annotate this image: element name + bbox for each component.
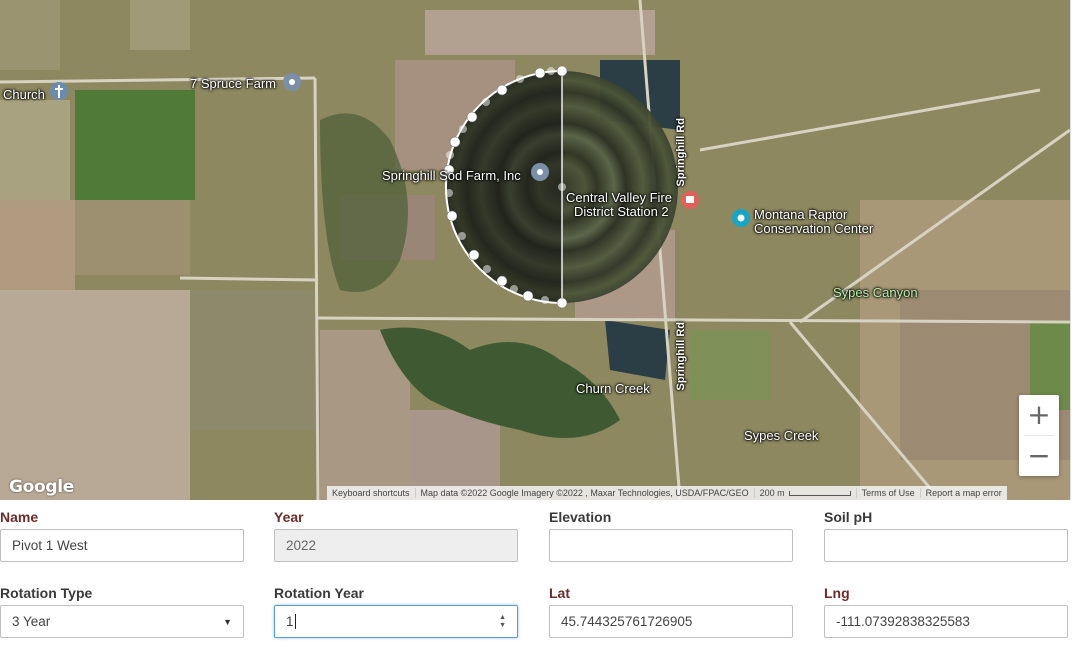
place-label-fire-station-line1[interactable]: Central Valley Fire xyxy=(566,191,672,205)
church-pin xyxy=(50,82,68,100)
name-label: Name xyxy=(0,509,39,525)
scale-text: 200 m xyxy=(759,488,785,498)
report-error-link[interactable]: Report a map error xyxy=(921,488,1007,498)
scale-bar xyxy=(788,491,851,497)
road-label-springhill-upper: Springhill Rd xyxy=(675,118,687,187)
text-cursor xyxy=(294,614,296,629)
rotation-year-value: 1 xyxy=(286,614,294,629)
place-label-fire-station-line2[interactable]: District Station 2 xyxy=(574,205,669,219)
spin-up-icon[interactable]: ▲ xyxy=(499,614,506,622)
spin-down-icon[interactable]: ▼ xyxy=(499,622,506,630)
lat-field: Lat 45.744325761726905 xyxy=(549,585,793,638)
chevron-down-icon: ▼ xyxy=(223,616,232,627)
map-data-text: Map data ©2022 Google Imagery ©2022 , Ma… xyxy=(416,488,755,498)
map-view[interactable]: Church 7 Spruce Farm Springhill Sod Farm… xyxy=(0,0,1070,500)
rotation-year-input[interactable]: 1 ▲ ▼ xyxy=(274,605,518,638)
year-input: 2022 xyxy=(274,529,518,562)
page-scrollbar[interactable] xyxy=(1070,0,1086,500)
rotation-year-field: Rotation Year 1 ▲ ▼ xyxy=(274,585,518,638)
place-label-raptor-line1[interactable]: Montana Raptor xyxy=(754,208,847,222)
elevation-input[interactable] xyxy=(549,529,793,562)
rotation-type-label: Rotation Type xyxy=(0,585,93,601)
soil-ph-field: Soil pH xyxy=(824,509,1068,562)
road-label-springhill-lower: Springhill Rd xyxy=(675,322,687,391)
satellite-imagery xyxy=(0,0,1070,500)
soil-ph-label: Soil pH xyxy=(824,509,873,525)
year-label: Year xyxy=(274,509,304,525)
place-label-church[interactable]: Church xyxy=(3,88,45,102)
year-field: Year 2022 xyxy=(274,509,518,562)
place-label-sod-farm[interactable]: Springhill Sod Farm, Inc xyxy=(382,169,521,183)
number-spinner[interactable]: ▲ ▼ xyxy=(499,614,506,630)
elevation-field: Elevation xyxy=(549,509,793,562)
lng-value: -111.07392838325583 xyxy=(836,614,970,629)
zoom-in-button[interactable]: + xyxy=(1019,395,1059,435)
rotation-type-field: Rotation Type 3 Year ▼ xyxy=(0,585,244,638)
zoom-out-button[interactable]: − xyxy=(1019,436,1059,476)
place-label-churn-creek: Churn Creek xyxy=(576,381,650,396)
field-form: Name Pivot 1 West Year 2022 Elevation So… xyxy=(0,500,1086,645)
lng-field: Lng -111.07392838325583 xyxy=(824,585,1068,638)
lat-input[interactable]: 45.744325761726905 xyxy=(549,605,793,638)
name-input[interactable]: Pivot 1 West xyxy=(0,529,244,562)
scale-control[interactable]: 200 m xyxy=(755,488,857,498)
place-label-raptor-line2[interactable]: Conservation Center xyxy=(754,222,873,236)
year-value: 2022 xyxy=(286,538,317,553)
name-field: Name Pivot 1 West xyxy=(0,509,244,562)
zoom-controls: + − xyxy=(1019,395,1059,476)
lat-value: 45.744325761726905 xyxy=(561,614,693,629)
rotation-type-select[interactable]: 3 Year ▼ xyxy=(0,605,244,638)
lat-label: Lat xyxy=(549,585,570,601)
lng-input[interactable]: -111.07392838325583 xyxy=(824,605,1068,638)
rotation-year-label: Rotation Year xyxy=(274,585,364,601)
elevation-label: Elevation xyxy=(549,509,612,525)
place-label-spruce-farm[interactable]: 7 Spruce Farm xyxy=(190,77,276,91)
keyboard-shortcuts-link[interactable]: Keyboard shortcuts xyxy=(327,488,416,498)
rotation-type-value: 3 Year xyxy=(12,614,51,629)
map-attribution: Keyboard shortcuts Map data ©2022 Google… xyxy=(327,486,1007,500)
place-label-sypes-canyon[interactable]: Sypes Canyon xyxy=(833,286,918,300)
lng-label: Lng xyxy=(824,585,850,601)
soil-ph-input[interactable] xyxy=(824,529,1068,562)
place-label-sypes-creek: Sypes Creek xyxy=(744,428,819,443)
name-value: Pivot 1 West xyxy=(12,538,88,553)
google-logo[interactable]: Google xyxy=(9,477,74,497)
terms-link[interactable]: Terms of Use xyxy=(857,488,921,498)
